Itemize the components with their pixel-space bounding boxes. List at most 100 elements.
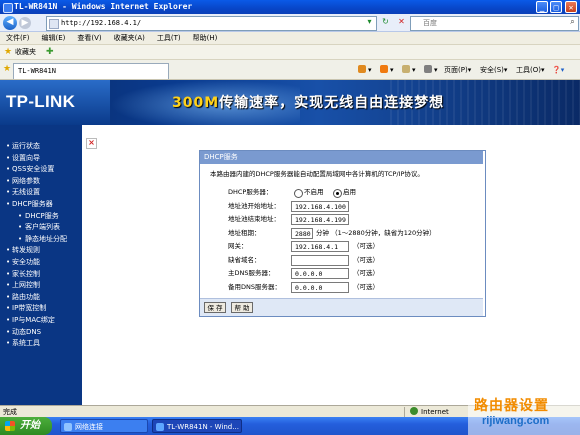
windows-logo-icon <box>5 421 15 431</box>
primary-dns-optional: （可选） <box>353 269 379 277</box>
start-address-input[interactable]: 192.168.4.100 <box>291 201 349 212</box>
safety-menu-label: 安全(S) <box>480 66 504 74</box>
gateway-optional: （可选） <box>353 242 379 250</box>
feeds-icon[interactable]: ▾ <box>380 65 394 75</box>
nav-item-dhcp-service[interactable]: DHCP服务 <box>0 211 82 223</box>
favorites-bar: ★ 收藏夹 ✚ <box>0 45 580 60</box>
address-dropdown-icon[interactable]: ▾ <box>364 17 375 28</box>
logo-area: TP-LINK <box>0 80 110 125</box>
page-icon <box>49 19 59 29</box>
dhcp-off-label: 不启用 <box>304 188 324 196</box>
domain-input[interactable] <box>291 255 349 266</box>
help-menu-icon[interactable]: ❓▾ <box>552 65 564 75</box>
taskbar-network-connections[interactable]: 网络连接 <box>60 419 148 433</box>
nav-item-qss[interactable]: QSS安全设置 <box>0 164 82 176</box>
primary-dns-label: 主DNS服务器： <box>228 269 275 277</box>
watermark-title: 路由器设置 <box>474 398 549 414</box>
start-button[interactable]: 开始 <box>0 417 52 435</box>
nav-item-wizard[interactable]: 设置向导 <box>0 153 82 165</box>
menu-help[interactable]: 帮助(H) <box>193 34 218 42</box>
save-button[interactable]: 保 存 <box>204 302 226 313</box>
dhcp-server-label: DHCP服务器： <box>228 188 273 196</box>
nav-item-status[interactable]: 运行状态 <box>0 141 82 153</box>
maximize-button[interactable]: □ <box>550 1 562 13</box>
page-menu[interactable]: 页面(P)▾ <box>444 65 471 75</box>
menu-tools[interactable]: 工具(T) <box>157 34 181 42</box>
nav-item-access-control[interactable]: 上网控制 <box>0 280 82 292</box>
search-input[interactable]: 百度 <box>410 16 579 31</box>
address-toolbar: ◀ ▶ http://192.168.4.1/ ▾ ↻ ✕ 百度 ⌕ <box>0 14 580 32</box>
tplink-logo: TP-LINK <box>6 92 76 111</box>
search-icon[interactable]: ⌕ <box>567 17 578 28</box>
dhcp-panel: DHCP服务 本路由器内建的DHCP服务器能自动配置局域网中各计算机的TCP/I… <box>199 150 486 317</box>
tplink-banner: TP-LINK 300M传输速率，实现无线自由连接梦想 <box>0 80 580 125</box>
lease-input[interactable]: 2880 <box>291 228 313 239</box>
home-icon[interactable]: ▾ <box>358 65 372 75</box>
nav-item-ip-mac-binding[interactable]: IP与MAC绑定 <box>0 315 82 327</box>
nav-item-dhcp[interactable]: DHCP服务器 <box>0 199 82 211</box>
favorites-button[interactable]: 收藏夹 <box>15 45 36 60</box>
safety-menu[interactable]: 安全(S)▾ <box>480 65 507 75</box>
menu-favorites[interactable]: 收藏夹(A) <box>114 34 145 42</box>
print-icon[interactable]: ▾ <box>424 65 438 75</box>
minimize-button[interactable]: _ <box>536 1 548 13</box>
address-bar[interactable]: http://192.168.4.1/ <box>46 16 377 31</box>
nav-item-client-list[interactable]: 客户端列表 <box>0 222 82 234</box>
nav-item-routing[interactable]: 路由功能 <box>0 292 82 304</box>
nav-item-ddns[interactable]: 动态DNS <box>0 327 82 339</box>
nav-item-network[interactable]: 网络参数 <box>0 176 82 188</box>
panel-description: 本路由器内建的DHCP服务器能自动配置局域网中各计算机的TCP/IP协议。 <box>210 170 424 178</box>
secondary-dns-label: 备用DNS服务器： <box>228 283 281 291</box>
end-address-input[interactable]: 192.168.4.199 <box>291 214 349 225</box>
favorites-center-icon[interactable]: ★ <box>3 64 11 74</box>
window-title-bar[interactable]: TL-WR841N - Windows Internet Explorer _ … <box>0 0 580 14</box>
menu-bar: 文件(F) 编辑(E) 查看(V) 收藏夹(A) 工具(T) 帮助(H) <box>0 32 580 45</box>
panel-button-bar: 保 存 帮 助 <box>200 298 483 316</box>
favorites-star-icon[interactable]: ★ <box>4 47 12 57</box>
menu-file[interactable]: 文件(F) <box>6 34 30 42</box>
mail-icon[interactable]: ▾ <box>402 65 416 75</box>
tab-current[interactable]: TL-WR841N <box>13 63 169 79</box>
nav-item-parental[interactable]: 家长控制 <box>0 269 82 281</box>
tab-bar: ★ TL-WR841N ▾ ▾ ▾ ▾ 页面(P)▾ 安全(S)▾ 工具(O)▾… <box>0 60 580 80</box>
gateway-input[interactable]: 192.168.4.1 <box>291 241 349 252</box>
start-address-label: 地址池开始地址： <box>228 202 280 210</box>
lease-hint: 分钟 （1～2880分钟，缺省为120分钟） <box>316 229 436 237</box>
globe-icon <box>410 407 418 415</box>
site-watermark: 路由器设置 rijiwang.com <box>468 395 580 435</box>
start-label: 开始 <box>20 420 40 431</box>
primary-dns-input[interactable]: 0.0.0.0 <box>291 268 349 279</box>
help-button[interactable]: 帮 助 <box>231 302 253 313</box>
refresh-icon[interactable]: ↻ <box>380 17 391 28</box>
dhcp-on-radio[interactable] <box>333 189 342 198</box>
gateway-label: 网关： <box>228 242 248 250</box>
dhcp-off-radio[interactable] <box>294 189 303 198</box>
secondary-dns-input[interactable]: 0.0.0.0 <box>291 282 349 293</box>
taskbar-ie-window[interactable]: TL-WR841N - Wind... <box>152 419 242 433</box>
back-arrow-icon[interactable]: ◀ <box>3 16 17 30</box>
slogan-speed: 300M <box>172 95 220 111</box>
nav-item-forwarding[interactable]: 转发规则 <box>0 245 82 257</box>
menu-view[interactable]: 查看(V) <box>77 34 101 42</box>
secondary-dns-optional: （可选） <box>353 283 379 291</box>
add-favorite-icon[interactable]: ✚ <box>46 47 54 57</box>
tools-menu[interactable]: 工具(O)▾ <box>516 65 545 75</box>
nav-item-system-tools[interactable]: 系统工具 <box>0 338 82 350</box>
watermark-url: rijiwang.com <box>482 415 550 427</box>
slogan-text: 传输速率，实现无线自由连接梦想 <box>219 95 445 111</box>
stop-icon[interactable]: ✕ <box>396 17 407 28</box>
nav-item-security[interactable]: 安全功能 <box>0 257 82 269</box>
network-icon <box>64 423 72 431</box>
task2-label: TL-WR841N - Wind... <box>167 423 239 431</box>
nav-item-bandwidth[interactable]: IP带宽控制 <box>0 303 82 315</box>
forward-arrow-icon[interactable]: ▶ <box>19 17 31 29</box>
ie-task-icon <box>156 423 164 431</box>
close-window-button[interactable]: ✕ <box>565 1 577 13</box>
nav-item-wireless[interactable]: 无线设置 <box>0 187 82 199</box>
lease-label: 地址租期： <box>228 229 261 237</box>
close-icon[interactable]: × <box>86 138 97 149</box>
menu-edit[interactable]: 编辑(E) <box>42 34 66 42</box>
nav-item-static-address[interactable]: 静态地址分配 <box>0 234 82 246</box>
window-title: TL-WR841N - Windows Internet Explorer <box>14 2 193 11</box>
status-divider <box>404 407 405 417</box>
